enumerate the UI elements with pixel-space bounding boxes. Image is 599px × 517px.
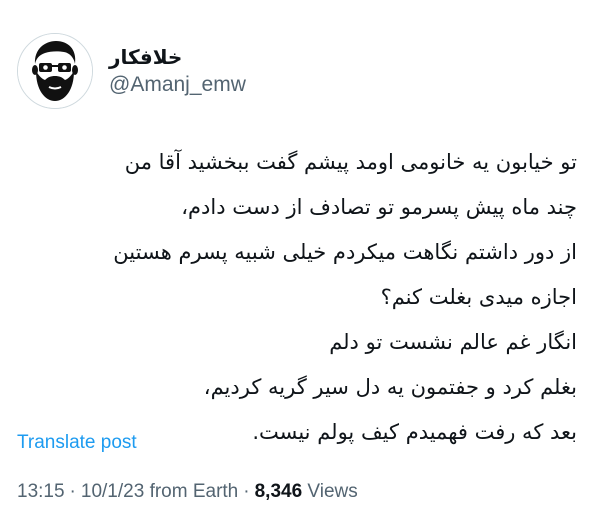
views-count: 8,346 [254, 481, 303, 502]
display-name[interactable]: خلافکار [109, 44, 182, 70]
tweet-line: بغلم کرد و جفتمون یه دل سیر گریه کردیم، [203, 375, 577, 399]
author-names: خلافکار @Amanj_emw [109, 33, 246, 109]
tweet-text: تو خیابون یه خانومی اومد پیشم گفت ببخشید… [17, 140, 577, 455]
meta-separator: · [69, 481, 76, 502]
translate-post-link[interactable]: Translate post [17, 430, 137, 456]
views-label: Views [307, 481, 358, 502]
bearded-man-avatar-icon [18, 34, 92, 108]
avatar[interactable] [17, 33, 93, 109]
tweet-meta: 13:15 · 10/1/23 from Earth · 8,346 Views [17, 478, 358, 506]
tweet-author: خلافکار @Amanj_emw [17, 33, 246, 109]
post-source: from Earth [149, 481, 239, 502]
tweet-line: تو خیابون یه خانومی اومد پیشم گفت ببخشید… [124, 150, 577, 174]
tweet-card: خلافکار @Amanj_emw تو خیابون یه خانومی ا… [0, 0, 599, 517]
author-handle[interactable]: @Amanj_emw [109, 72, 246, 98]
meta-separator: · [243, 481, 250, 502]
post-time[interactable]: 13:15 [17, 481, 65, 502]
tweet-line: چند ماه پیش پسرمو تو تصادف از دست دادم، [181, 195, 577, 219]
tweet-line: از دور داشتم نگاهت میکردم خیلی شبیه پسرم… [113, 240, 577, 264]
tweet-line: انگار غم عالم نشست تو دلم [329, 330, 577, 354]
post-date[interactable]: 10/1/23 [81, 481, 144, 502]
tweet-line: اجازه میدی بغلت کنم؟ [380, 285, 577, 309]
